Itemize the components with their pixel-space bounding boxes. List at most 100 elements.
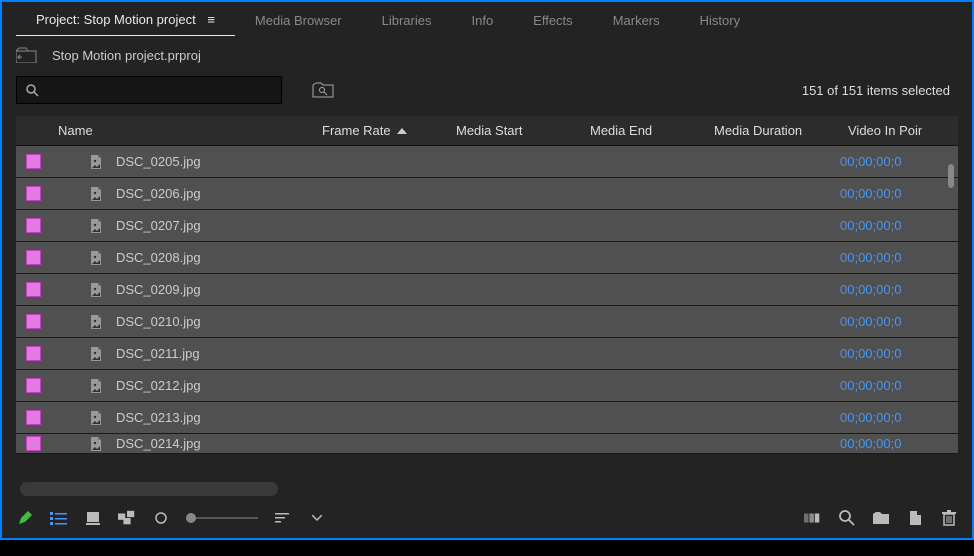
column-media-start[interactable]: Media Start (448, 123, 582, 138)
clip-name: DSC_0205.jpg (116, 154, 201, 169)
selection-swatch[interactable] (26, 346, 41, 361)
zoom-slider-knob-icon (152, 509, 170, 527)
sort-icon[interactable] (274, 509, 292, 527)
tab-markers[interactable]: Markers (593, 5, 680, 36)
video-in-point: 00;00;00;0 (840, 410, 922, 425)
table-row[interactable]: DSC_0214.jpg 00;00;00;0 (16, 434, 958, 454)
tab-project[interactable]: Project: Stop Motion project ≡ (16, 4, 235, 36)
image-file-icon (88, 250, 104, 266)
selection-status: 151 of 151 items selected (802, 83, 958, 98)
clip-name: DSC_0209.jpg (116, 282, 201, 297)
video-in-point: 00;00;00;0 (840, 186, 922, 201)
zoom-slider[interactable] (186, 517, 258, 519)
clip-name: DSC_0208.jpg (116, 250, 201, 265)
column-media-end[interactable]: Media End (582, 123, 706, 138)
tab-media-browser[interactable]: Media Browser (235, 5, 362, 36)
table-body[interactable]: DSC_0205.jpg 00;00;00;0 DSC_0206.jpg 00;… (16, 146, 958, 480)
new-bin-icon[interactable] (872, 509, 890, 527)
column-video-in-point[interactable]: Video In Poin (840, 123, 922, 138)
tab-label: Media Browser (255, 13, 342, 28)
selection-swatch[interactable] (26, 282, 41, 297)
new-item-icon[interactable] (906, 509, 924, 527)
table-row[interactable]: DSC_0206.jpg 00;00;00;0 (16, 178, 958, 210)
tab-libraries[interactable]: Libraries (362, 5, 452, 36)
image-file-icon (88, 154, 104, 170)
image-file-icon (88, 186, 104, 202)
video-in-point: 00;00;00;0 (840, 436, 922, 451)
table-row[interactable]: DSC_0209.jpg 00;00;00;0 (16, 274, 958, 306)
clip-name: DSC_0212.jpg (116, 378, 201, 393)
image-file-icon (88, 410, 104, 426)
image-file-icon (88, 218, 104, 234)
image-file-icon (88, 378, 104, 394)
image-file-icon (88, 346, 104, 362)
table-header: Name Frame Rate Media Start Media End Me… (16, 116, 958, 146)
horizontal-scrollbar[interactable] (20, 482, 278, 496)
clip-table: Name Frame Rate Media Start Media End Me… (2, 110, 972, 498)
bin-nav-icon[interactable] (16, 46, 38, 64)
write-enable-icon[interactable] (16, 509, 34, 527)
column-media-duration[interactable]: Media Duration (706, 123, 840, 138)
selection-swatch[interactable] (26, 218, 41, 233)
vertical-scrollbar[interactable] (948, 164, 954, 188)
clip-name: DSC_0206.jpg (116, 186, 201, 201)
selection-swatch[interactable] (26, 186, 41, 201)
table-row[interactable]: DSC_0205.jpg 00;00;00;0 (16, 146, 958, 178)
list-view-icon[interactable] (50, 509, 68, 527)
selection-swatch[interactable] (26, 436, 41, 451)
column-name[interactable]: Name (50, 123, 314, 138)
table-row[interactable]: DSC_0213.jpg 00;00;00;0 (16, 402, 958, 434)
table-row[interactable]: DSC_0208.jpg 00;00;00;0 (16, 242, 958, 274)
search-input[interactable] (16, 76, 282, 104)
tab-label: Libraries (382, 13, 432, 28)
video-in-point: 00;00;00;0 (840, 218, 922, 233)
column-frame-rate[interactable]: Frame Rate (314, 123, 448, 138)
project-filename: Stop Motion project.prproj (52, 48, 201, 63)
image-file-icon (88, 436, 104, 452)
tab-label: Markers (613, 13, 660, 28)
table-row[interactable]: DSC_0212.jpg 00;00;00;0 (16, 370, 958, 402)
video-in-point: 00;00;00;0 (840, 378, 922, 393)
tab-label: Effects (533, 13, 573, 28)
panel-menu-icon[interactable]: ≡ (207, 12, 215, 27)
tab-info[interactable]: Info (451, 5, 513, 36)
clip-name: DSC_0213.jpg (116, 410, 201, 425)
clip-name: DSC_0207.jpg (116, 218, 201, 233)
automate-to-sequence-icon[interactable] (804, 509, 822, 527)
table-row[interactable]: DSC_0211.jpg 00;00;00;0 (16, 338, 958, 370)
selection-swatch[interactable] (26, 250, 41, 265)
selection-swatch[interactable] (26, 314, 41, 329)
table-row[interactable]: DSC_0210.jpg 00;00;00;0 (16, 306, 958, 338)
search-icon (25, 83, 39, 97)
video-in-point: 00;00;00;0 (840, 250, 922, 265)
image-file-icon (88, 314, 104, 330)
project-panel: Project: Stop Motion project ≡ Media Bro… (0, 0, 974, 540)
tab-label: Info (471, 13, 493, 28)
search-row: 151 of 151 items selected (2, 70, 972, 110)
project-path-bar: Stop Motion project.prproj (2, 38, 972, 70)
selection-swatch[interactable] (26, 154, 41, 169)
icon-view-icon[interactable] (84, 509, 102, 527)
chevron-down-icon[interactable] (308, 509, 326, 527)
selection-swatch[interactable] (26, 410, 41, 425)
video-in-point: 00;00;00;0 (840, 282, 922, 297)
clip-name: DSC_0214.jpg (116, 436, 201, 451)
panel-footer (2, 498, 972, 538)
panel-tabs: Project: Stop Motion project ≡ Media Bro… (2, 2, 972, 38)
video-in-point: 00;00;00;0 (840, 314, 922, 329)
table-row[interactable]: DSC_0207.jpg 00;00;00;0 (16, 210, 958, 242)
image-file-icon (88, 282, 104, 298)
trash-icon[interactable] (940, 509, 958, 527)
find-icon[interactable] (838, 509, 856, 527)
tab-label: Project: Stop Motion project (36, 12, 196, 27)
selection-swatch[interactable] (26, 378, 41, 393)
clip-name: DSC_0210.jpg (116, 314, 201, 329)
tab-effects[interactable]: Effects (513, 5, 593, 36)
video-in-point: 00;00;00;0 (840, 154, 922, 169)
freeform-view-icon[interactable] (118, 509, 136, 527)
sort-ascending-icon (397, 128, 407, 134)
slider-handle[interactable] (186, 513, 196, 523)
tab-history[interactable]: History (680, 5, 760, 36)
tab-label: History (700, 13, 740, 28)
search-bin-icon[interactable] (312, 82, 334, 98)
